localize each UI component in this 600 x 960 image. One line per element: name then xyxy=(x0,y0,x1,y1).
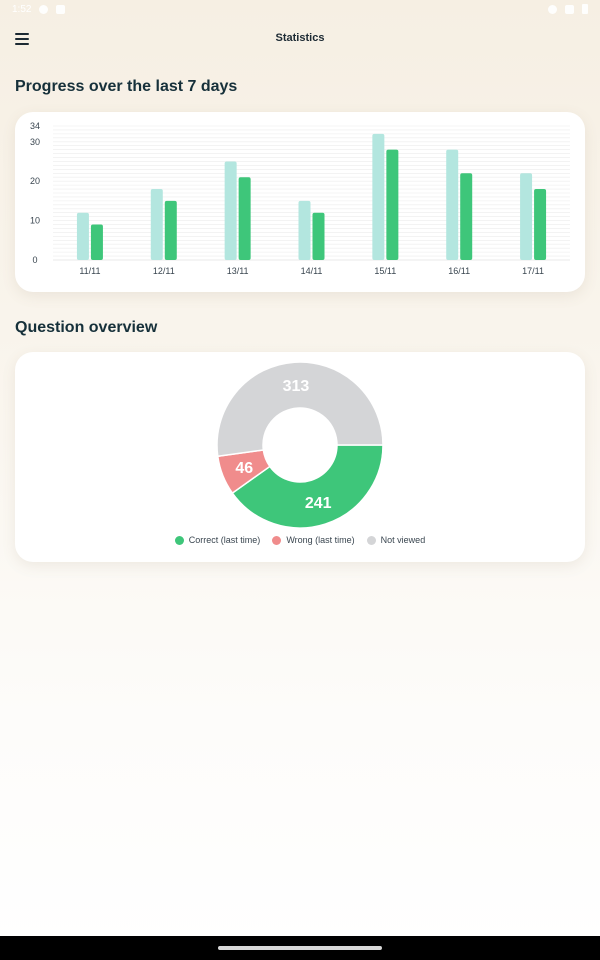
legend-item: Correct (last time) xyxy=(174,535,261,545)
legend-item: Wrong (last time) xyxy=(272,535,355,545)
bar xyxy=(534,189,547,260)
y-tick-label: 34 xyxy=(30,121,40,131)
bar xyxy=(520,173,533,260)
progress-chart-card: 0 10 20 30 34 11/11 12/11 13/11 14/11 15/11 16/11 1… xyxy=(15,112,585,292)
overview-section-title: Question overview xyxy=(15,319,158,336)
legend-swatch xyxy=(272,535,282,545)
slice-value-label: 46 xyxy=(235,460,253,477)
y-tick-label: 30 xyxy=(30,137,40,147)
bar xyxy=(76,212,89,260)
question-overview-card: 241 46 313 Correct (last time) Wrong (last … xyxy=(15,352,585,562)
signal-icon xyxy=(565,4,574,14)
notification-icon xyxy=(56,4,66,14)
y-tick-label: 10 xyxy=(30,216,40,226)
x-tick-label: 12/11 xyxy=(153,266,175,276)
y-tick-label: 0 xyxy=(32,255,37,265)
x-tick-label: 14/11 xyxy=(301,266,323,276)
x-tick-label: 11/11 xyxy=(79,266,100,276)
bar xyxy=(372,133,385,260)
status-time: 1:52 xyxy=(12,3,32,15)
slice-value-label: 313 xyxy=(283,378,310,395)
bar xyxy=(224,161,237,260)
question-donut-chart: 241 46 313 xyxy=(216,361,384,529)
slice-value-label: 241 xyxy=(305,495,332,512)
legend-swatch xyxy=(174,535,184,545)
home-handle[interactable] xyxy=(218,946,382,950)
chart-legend: Correct (last time) Wrong (last time) Not … xyxy=(15,535,585,545)
bar xyxy=(312,212,325,260)
donut-slice xyxy=(216,361,384,458)
legend-label: Not viewed xyxy=(380,535,426,545)
bar xyxy=(460,173,473,260)
x-tick-label: 13/11 xyxy=(227,266,249,276)
bar xyxy=(446,149,459,260)
progress-bar-chart: 0 10 20 30 34 11/11 12/11 13/11 14/11 15/11 16/11 1… xyxy=(30,121,570,276)
progress-section-title: Progress over the last 7 days xyxy=(15,78,238,95)
bar xyxy=(238,177,251,260)
app-bar: Statistics xyxy=(0,22,600,56)
navigation-bar xyxy=(0,936,600,960)
x-tick-label: 15/11 xyxy=(374,266,396,276)
legend-label: Wrong (last time) xyxy=(286,535,355,545)
legend-item: Not viewed xyxy=(366,535,426,545)
page-title: Statistics xyxy=(275,32,325,44)
x-tick-label: 16/11 xyxy=(448,266,470,276)
x-tick-label: 17/11 xyxy=(522,266,544,276)
y-tick-label: 20 xyxy=(30,176,40,186)
legend-label: Correct (last time) xyxy=(188,535,261,545)
legend-swatch xyxy=(366,535,376,545)
wifi-icon xyxy=(548,4,557,14)
bar xyxy=(298,200,311,260)
bar xyxy=(386,149,399,260)
bar xyxy=(164,200,177,260)
bar xyxy=(90,224,103,260)
battery-icon xyxy=(582,4,588,14)
status-bar: 1:52 xyxy=(0,0,600,18)
bar xyxy=(150,189,163,260)
shield-icon xyxy=(39,4,49,14)
